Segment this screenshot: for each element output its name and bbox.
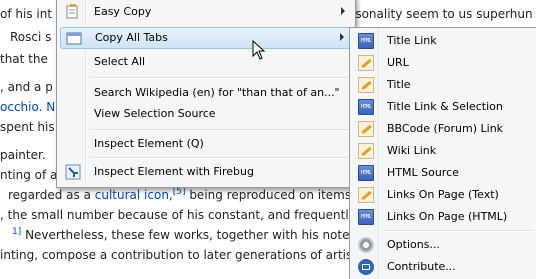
- submenu-separator: [383, 230, 533, 232]
- html-icon: [358, 33, 374, 49]
- html-icon: [358, 165, 374, 181]
- article-line-right: ersonality seem to us superhun: [343, 7, 533, 21]
- pencil-icon: [358, 143, 374, 159]
- submenu-item-wiki-link[interactable]: Wiki Link: [350, 140, 536, 162]
- menu-separator: [90, 157, 351, 159]
- submenu-item-html-source[interactable]: HTML Source: [350, 162, 536, 184]
- easy-copy-icon: [65, 4, 81, 20]
- menu-item-easy-copy[interactable]: Easy Copy: [57, 1, 355, 23]
- article-line: nting of a: [0, 168, 58, 182]
- menu-separator: [90, 77, 351, 79]
- gear-icon: [358, 237, 374, 253]
- pencil-icon: [358, 55, 374, 71]
- article-line: regarded as a cultural icon,[5] being re…: [8, 187, 352, 203]
- cultural-icon-link[interactable]: cultural icon,: [95, 188, 173, 202]
- menu-item-copy-all-tabs[interactable]: Copy All Tabs: [60, 27, 352, 49]
- article-line: Rosci s: [10, 30, 52, 44]
- menu-item-select-all[interactable]: Select All: [57, 51, 355, 73]
- context-menu: Easy Copy Copy All Tabs Select All Searc…: [56, 0, 356, 188]
- menu-item-search-wikipedia[interactable]: Search Wikipedia (en) for "than that of …: [57, 82, 355, 104]
- article-line: inting, compose a contribution to later …: [0, 248, 357, 262]
- citation-link[interactable]: [5]: [173, 187, 186, 197]
- submenu-item-links-text[interactable]: Links On Page (Text): [350, 184, 536, 206]
- submenu-item-options[interactable]: Options...: [350, 234, 536, 256]
- submenu-item-contribute[interactable]: Contribute...: [350, 256, 536, 278]
- firebug-icon: [65, 164, 81, 180]
- contribute-icon: [358, 259, 374, 275]
- html-icon: [358, 209, 374, 225]
- menu-item-view-selection-source[interactable]: View Selection Source: [57, 103, 355, 125]
- submenu-item-title-link-selection[interactable]: Title Link & Selection: [350, 96, 536, 118]
- submenu-item-url[interactable]: URL: [350, 52, 536, 74]
- copy-all-tabs-submenu: Title Link URL Title Title Link & Select…: [349, 27, 536, 279]
- html-icon: [358, 99, 374, 115]
- article-line: 1] Nevertheless, these few works, togeth…: [12, 227, 365, 243]
- submenu-arrow-icon: [340, 33, 344, 41]
- submenu-item-title-link[interactable]: Title Link: [350, 30, 536, 52]
- copy-all-tabs-icon: [66, 30, 82, 46]
- article-line: that the: [0, 52, 48, 66]
- pencil-icon: [358, 77, 374, 93]
- menu-item-inspect-element[interactable]: Inspect Element (Q): [57, 133, 355, 155]
- menu-item-inspect-firebug[interactable]: Inspect Element with Firebug: [57, 161, 355, 183]
- article-line: of his int: [0, 7, 53, 21]
- submenu-arrow-icon: [341, 7, 345, 15]
- menu-separator: [90, 129, 351, 131]
- article-line: , and a p: [0, 80, 53, 94]
- pencil-icon: [358, 187, 374, 203]
- pencil-icon: [358, 121, 374, 137]
- article-line: spent his: [0, 120, 55, 134]
- citation-link[interactable]: 1]: [12, 227, 21, 237]
- mouse-cursor-icon: [252, 39, 266, 63]
- article-line: painter.: [0, 148, 46, 162]
- article-line: , the small number because of his consta…: [0, 208, 356, 222]
- submenu-item-title[interactable]: Title: [350, 74, 536, 96]
- article-line: occhio. N: [0, 100, 55, 114]
- article-link[interactable]: occhio. N: [0, 100, 55, 114]
- submenu-item-links-html[interactable]: Links On Page (HTML): [350, 206, 536, 228]
- submenu-item-bbcode-link[interactable]: BBCode (Forum) Link: [350, 118, 536, 140]
